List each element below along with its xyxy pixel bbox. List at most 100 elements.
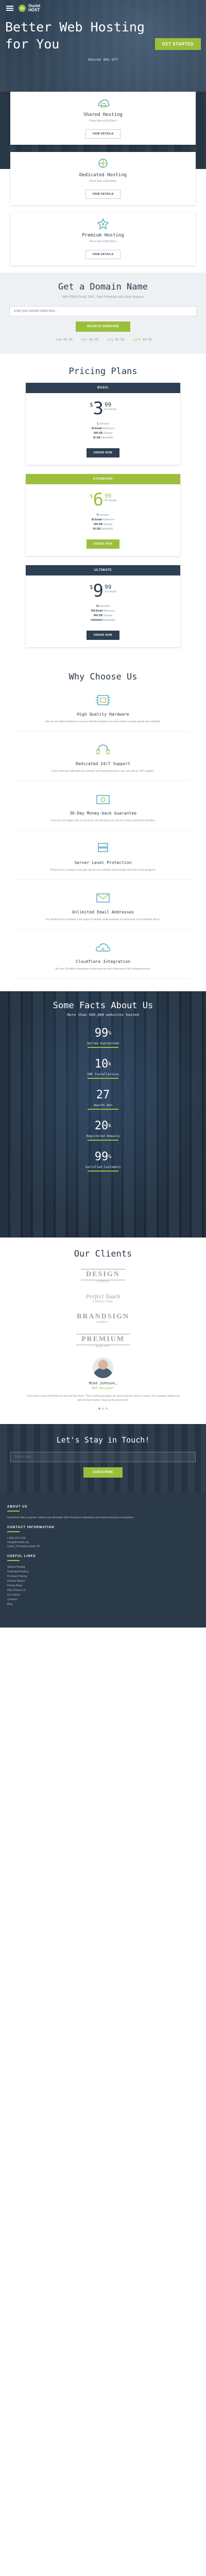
footer-link[interactable]: Blog <box>7 1602 199 1607</box>
tld-item: .net $9.95 <box>80 338 99 342</box>
hero-title-line1: Better Web Hosting <box>5 20 145 35</box>
logo[interactable]: Ouriel HOST <box>19 4 40 12</box>
plan-price: $ 6 99 Per Month <box>89 489 117 510</box>
footer-links-title: USEFUL LINKS <box>7 1555 36 1558</box>
domain-title: Get a Domain Name <box>58 282 148 292</box>
order-now-button[interactable]: ORDER NOW <box>86 631 120 640</box>
tld-price-list: .com $9.95 .net $9.95 .org $9.95 .info $… <box>9 338 197 342</box>
tld-item: .com $9.95 <box>54 338 73 342</box>
why-item-title: Server Level Protection <box>74 860 132 865</box>
client-logo: DESIGN STUDIO <box>10 1268 196 1283</box>
footer-link[interactable]: Our Clients <box>7 1593 199 1598</box>
why-item: 30-Day Money-back Guarantee If you are n… <box>15 791 191 831</box>
feature-card-shared: Shared Hosting Plans Start at $3.99/mo V… <box>10 92 196 145</box>
plan-specs: 1 Domains 25 Email Addresses 500 GB Stor… <box>91 422 115 439</box>
facts-subtitle: More than 500,000 websites hosted <box>67 1013 139 1017</box>
why-item-title: High Quality Hardware <box>77 712 129 717</box>
carousel-dots[interactable] <box>10 1408 196 1410</box>
footer-link[interactable]: Why Choose Us <box>7 1588 199 1593</box>
footer-links: Shared Hosting Dedicated Hosting Premium… <box>7 1565 199 1607</box>
facts-section: Some Facts About Us More than 500,000 we… <box>0 991 206 1238</box>
view-details-button[interactable]: VIEW DETAILS <box>85 250 121 259</box>
cloud-icon <box>96 943 110 952</box>
plan-price: $ 3 99 Per Month <box>89 398 117 419</box>
logo-text: Ouriel HOST <box>28 4 41 12</box>
domain-search-section: Get a Domain Name With FREE Email, DNS, … <box>0 273 206 354</box>
why-item-text: If you need any help with your domain an… <box>52 770 154 773</box>
why-item-text: Protect from a variety of security risk … <box>50 869 156 872</box>
fact-item: 99% Uptime Guaranteed <box>10 1027 196 1048</box>
pricing-card-ultimate: ULTIMATE $ 9 99 Per Month 10 Domains 100 … <box>26 565 180 647</box>
feature-card-dedicated: Dedicated Hosting Plans Start at $6.99/m… <box>10 152 196 205</box>
plan-specs: 5 Domains 50 Email Addresses 500 GB Stor… <box>91 514 115 531</box>
why-item: High Quality Hardware We use the latest … <box>15 692 191 732</box>
order-now-button[interactable]: ORDER NOW <box>86 448 120 457</box>
fact-item: 20k Registered Domains <box>10 1120 196 1141</box>
tld-item: .info $9.95 <box>131 338 152 342</box>
testimonial-quote: I have been using OurielHost for the las… <box>26 1395 180 1402</box>
why-item: Cloudflare Integration We use Cloudflare… <box>15 940 191 979</box>
menu-icon[interactable] <box>6 6 13 11</box>
hero-content: Better Web Hosting for You GET STARTED S… <box>5 19 201 62</box>
view-details-button[interactable]: VIEW DETAILS <box>85 129 121 139</box>
clients-section: Our Clients DESIGN STUDIO Perfect Touch … <box>0 1238 206 1415</box>
facts-title: Some Facts About Us <box>53 1001 153 1011</box>
why-item-title: 30-Day Money-back Guarantee <box>69 811 137 816</box>
footer-link[interactable]: Premium Hosting <box>7 1574 199 1579</box>
top-bar: Ouriel HOST <box>0 0 206 16</box>
email-icon <box>96 893 110 903</box>
fact-item: 99% Satisfied Customers <box>10 1151 196 1172</box>
newsletter-title: Let's Stay in Touch! <box>56 1435 150 1445</box>
subscribe-button[interactable]: SUBSCRIBE <box>83 1467 123 1478</box>
view-details-button[interactable]: VIEW DETAILS <box>85 190 121 199</box>
email-field[interactable] <box>10 1452 196 1462</box>
testimonial: Mike Johnson, Web Designer I have been u… <box>10 1358 196 1410</box>
clients-title: Our Clients <box>74 1249 132 1259</box>
testimonial-role: Web Designer <box>92 1386 114 1390</box>
feature-price: Plans Start at $9.99/mo <box>89 240 117 243</box>
footer-link[interactable]: Domain Names <box>7 1579 199 1584</box>
footer-phone[interactable]: 1-800-123-1234 <box>7 1536 199 1540</box>
avatar <box>93 1358 113 1378</box>
why-item-text: We use Cloudflare integration to discove… <box>55 968 151 971</box>
tld-item: .org $9.95 <box>106 338 125 342</box>
why-item-text: We use the latest hardware to ensure tha… <box>45 720 161 723</box>
footer-address: Ouriel, 24 Hosting Street, NY <box>7 1545 41 1548</box>
fact-item: 27 Awards Won <box>10 1089 196 1110</box>
client-logo: BRANDSIGN AGENCY <box>76 1313 129 1324</box>
why-item-text: If you are not happy with our services, … <box>50 819 156 822</box>
why-choose-us-section: Why Choose Us High Quality Hardware We u… <box>0 662 206 985</box>
footer-link[interactable]: Pricing Plans <box>7 1584 199 1588</box>
why-item-title: Unlimited Email Addresses <box>72 910 134 914</box>
plan-name: BASIC <box>26 383 180 393</box>
why-item: Dedicated 24/7 Support If you need any h… <box>15 742 191 781</box>
get-started-button[interactable]: GET STARTED <box>154 38 201 50</box>
domain-search-input[interactable] <box>9 306 197 316</box>
footer-about-title: ABOUT US <box>7 1505 28 1509</box>
newsletter-section: Let's Stay in Touch! SUBSCRIBE <box>0 1424 206 1492</box>
client-logo: Perfect Touch CONSULTING <box>85 1293 121 1303</box>
guarantee-icon <box>96 795 110 804</box>
logo-icon <box>19 5 26 12</box>
hosting-features: Shared Hosting Plans Start at $3.99/mo V… <box>0 92 206 265</box>
footer-link[interactable]: Contacts <box>7 1598 199 1602</box>
dedicated-hosting-icon <box>98 159 108 168</box>
feature-title: Dedicated Hosting <box>79 173 127 178</box>
search-domains-button[interactable]: SEARCH DOMAINS <box>75 321 131 332</box>
support-icon <box>96 744 110 754</box>
order-now-button[interactable]: ORDER NOW <box>86 539 120 549</box>
server-icon <box>98 843 108 852</box>
pricing-title: Pricing Plans <box>68 366 138 377</box>
fact-item: 10k SME Installations <box>10 1058 196 1079</box>
footer-about-text: OurielHost offers superior, reliable and… <box>7 1516 134 1519</box>
footer-email[interactable]: info@demolink.org <box>7 1540 199 1545</box>
why-item: Server Level Protection Protect from a v… <box>15 841 191 880</box>
footer-link[interactable]: Dedicated Hosting <box>7 1570 199 1574</box>
footer: ABOUT US OurielHost offers superior, rel… <box>0 1492 206 1628</box>
plan-name: STANDARD <box>26 474 180 484</box>
pricing-section: Pricing Plans BASIC $ 3 99 Per Month 1 Do… <box>0 354 206 662</box>
footer-link[interactable]: Shared Hosting <box>7 1565 199 1570</box>
feature-title: Shared Hosting <box>83 112 123 117</box>
feature-price: Plans Start at $3.99/mo <box>89 120 117 123</box>
pricing-card-basic: BASIC $ 3 99 Per Month 1 Domains 25 Email… <box>26 383 180 465</box>
